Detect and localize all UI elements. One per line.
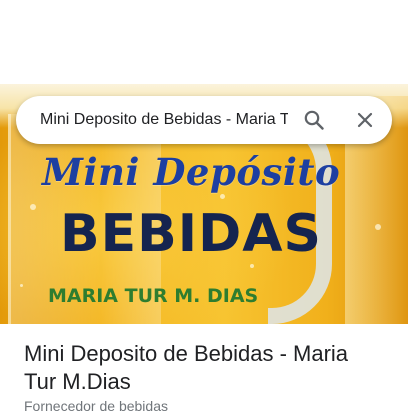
top-blank-area: [0, 0, 408, 84]
hero-subtitle: MARIA TUR M. DIAS: [48, 285, 259, 307]
place-name: Mini Deposito de Bebidas - Maria Tur M.D…: [24, 341, 349, 394]
bubble: [20, 284, 23, 287]
bubble: [30, 204, 36, 210]
bubble: [220, 194, 225, 199]
clear-search-button[interactable]: [349, 104, 381, 136]
close-icon: [357, 112, 373, 128]
bubble: [375, 224, 381, 230]
search-input[interactable]: Mini Deposito de Bebidas - Maria Tur M.D…: [40, 111, 288, 129]
search-bar[interactable]: Mini Deposito de Bebidas - Maria Tur M.D…: [16, 96, 392, 144]
search-button[interactable]: [298, 104, 330, 136]
search-icon: [304, 110, 324, 130]
hero-main-title: BEBIDAS: [60, 204, 322, 264]
hero-script-title: Mini Depósito: [42, 150, 341, 194]
bubble: [250, 264, 254, 268]
place-category: Fornecedor de bebidas: [24, 398, 168, 414]
